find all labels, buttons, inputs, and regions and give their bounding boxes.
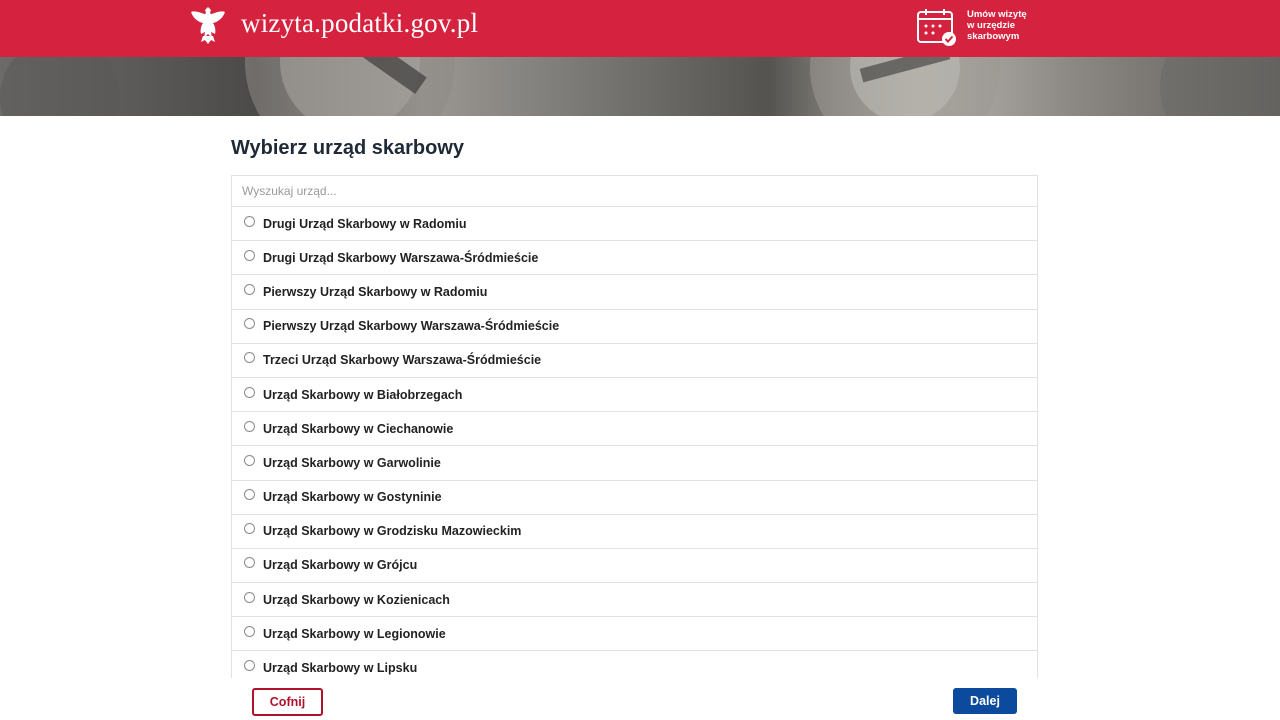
top-header-bar: wizyta.podatki.gov.pl Umów wizytę w urzę… [0,0,1280,57]
office-option-label: Urząd Skarbowy w Garwolinie [263,455,441,470]
office-option[interactable]: Urząd Skarbowy w Kozienicach [232,583,1037,618]
book-appointment-text: Umów wizytę w urzędzie skarbowym [967,9,1047,42]
radio-button[interactable] [244,283,255,295]
back-button[interactable]: Cofnij [252,688,323,716]
office-option[interactable]: Pierwszy Urząd Skarbowy w Radomiu [232,275,1037,310]
office-option-label: Drugi Urząd Skarbowy Warszawa-Śródmieści… [263,250,539,265]
office-option[interactable]: Urząd Skarbowy w Legionowie [232,617,1037,652]
radio-button[interactable] [244,454,255,466]
office-option[interactable]: Urząd Skarbowy w Białobrzegach [232,378,1037,413]
office-option-label: Urząd Skarbowy w Kozienicach [263,592,450,607]
office-option-label: Urząd Skarbowy w Grójcu [263,558,418,573]
office-option-label: Trzeci Urząd Skarbowy Warszawa-Śródmieśc… [263,353,542,368]
office-option-label: Urząd Skarbowy w Legionowie [263,626,446,641]
hero-banner-image [0,57,1280,116]
office-options-list: Drugi Urząd Skarbowy w Radomiu Drugi Urz… [232,207,1037,678]
office-option[interactable]: Trzeci Urząd Skarbowy Warszawa-Śródmieśc… [232,344,1037,378]
radio-button[interactable] [244,591,255,603]
calendar-check-icon [917,9,956,46]
office-option-label: Urząd Skarbowy w Lipsku [263,661,418,676]
office-option[interactable]: Urząd Skarbowy w Lipsku [232,651,1037,678]
book-appointment-line: Umów wizytę [967,9,1027,20]
office-option[interactable]: Urząd Skarbowy w Garwolinie [232,446,1037,481]
tax-office-selection-panel: Drugi Urząd Skarbowy w Radomiu Drugi Urz… [231,175,1038,678]
radio-button[interactable] [244,386,255,398]
office-option[interactable]: Urząd Skarbowy w Gostyninie [232,481,1037,515]
gears-illustration [0,57,1280,116]
office-option[interactable]: Urząd Skarbowy w Grójcu [232,549,1037,584]
office-option-label: Pierwszy Urząd Skarbowy Warszawa-Śródmie… [263,319,560,334]
radio-button[interactable] [244,660,255,672]
radio-button[interactable] [244,249,255,261]
site-title[interactable]: wizyta.podatki.gov.pl [241,8,478,39]
office-option-label: Urząd Skarbowy w Grodzisku Mazowieckim [263,524,522,539]
office-option-label: Drugi Urząd Skarbowy w Radomiu [263,216,467,231]
office-option[interactable]: Urząd Skarbowy w Grodzisku Mazowieckim [232,515,1037,549]
book-appointment-link[interactable]: Umów wizytę w urzędzie skarbowym [916,8,1046,48]
radio-button[interactable] [244,489,255,501]
radio-button[interactable] [244,215,255,227]
radio-button[interactable] [244,557,255,569]
radio-button[interactable] [244,420,255,432]
office-option[interactable]: Drugi Urząd Skarbowy w Radomiu [232,207,1037,242]
office-search-input[interactable] [232,176,1037,207]
radio-button[interactable] [244,352,255,364]
page-title: Wybierz urząd skarbowy [231,137,465,159]
next-button[interactable]: Dalej [953,688,1017,714]
office-option[interactable]: Urząd Skarbowy w Ciechanowie [232,412,1037,447]
polish-eagle-icon [191,7,225,44]
book-appointment-line: w urzędzie [967,20,1016,31]
office-option-label: Pierwszy Urząd Skarbowy w Radomiu [263,284,488,299]
office-option-label: Urząd Skarbowy w Gostyninie [263,490,442,505]
office-option[interactable]: Drugi Urząd Skarbowy Warszawa-Śródmieści… [232,241,1037,276]
office-option[interactable]: Pierwszy Urząd Skarbowy Warszawa-Śródmie… [232,310,1037,344]
office-option-label: Urząd Skarbowy w Ciechanowie [263,421,454,436]
book-appointment-line: skarbowym [967,31,1020,42]
radio-button[interactable] [244,523,255,535]
radio-button[interactable] [244,318,255,330]
radio-button[interactable] [244,625,255,637]
office-option-label: Urząd Skarbowy w Białobrzegach [263,387,463,402]
